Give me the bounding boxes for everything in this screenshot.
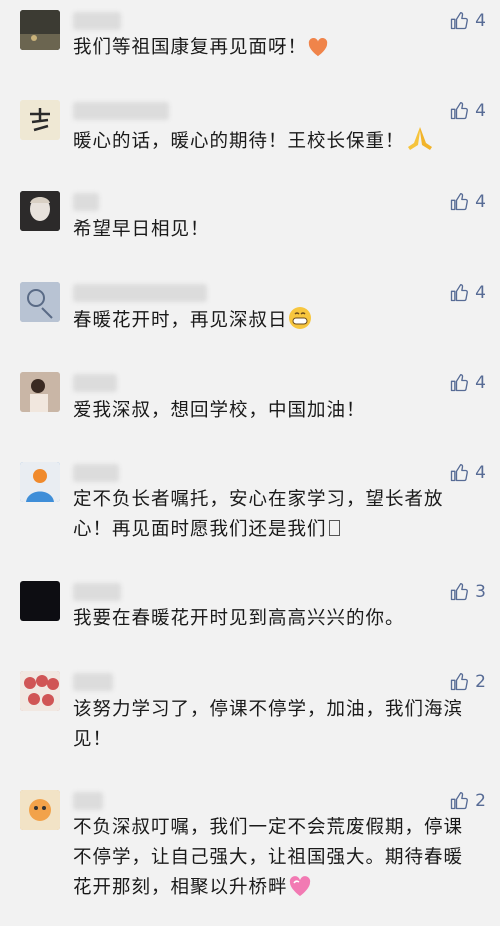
like-count: 4 (475, 373, 486, 393)
username (73, 792, 103, 810)
like-button[interactable]: 4 (449, 372, 486, 394)
like-button[interactable]: 4 (449, 282, 486, 304)
like-button[interactable]: 4 (449, 10, 486, 32)
thumbs-up-icon (451, 12, 469, 30)
like-button[interactable]: 4 (449, 462, 486, 484)
like-count: 2 (475, 672, 486, 692)
thumbs-up-icon (451, 374, 469, 392)
avatar[interactable] (20, 100, 60, 140)
like-button[interactable]: 4 (449, 191, 486, 213)
like-button[interactable]: 2 (449, 790, 486, 812)
thumbs-up-icon (451, 464, 469, 482)
comment-text: 春暖花开时，再见深叔日 (73, 306, 473, 340)
comment-text: 定不负长者嘱托，安心在家学习，望长者放心！再见面时愿我们还是我们 (73, 489, 444, 540)
like-count: 4 (475, 101, 486, 121)
like-button[interactable]: 2 (449, 671, 486, 693)
username (73, 464, 119, 482)
avatar[interactable] (20, 790, 60, 830)
like-button[interactable]: 3 (449, 581, 486, 603)
thumbs-up-icon (451, 284, 469, 302)
username (73, 583, 121, 601)
avatar[interactable] (20, 462, 60, 502)
box-char-icon (328, 520, 340, 536)
comment-text: 该努力学习了，停课不停学，加油，我们海滨见！ (73, 699, 464, 750)
thumbs-up-icon (451, 673, 469, 691)
thumbs-up-icon (451, 102, 469, 120)
username (73, 193, 99, 211)
like-count: 4 (475, 192, 486, 212)
like-button[interactable]: 4 (449, 100, 486, 122)
like-count: 4 (475, 283, 486, 303)
comment-text: 暖心的话，暖心的期待！王校长保重！ (73, 125, 473, 161)
thumbs-up-icon (451, 193, 469, 211)
comment-text: 爱我深叔，想回学校，中国加油！ (73, 400, 366, 421)
thumbs-up-icon (451, 792, 469, 810)
thumbs-up-icon (451, 583, 469, 601)
like-count: 4 (475, 11, 486, 31)
avatar[interactable] (20, 581, 60, 621)
grin-emoji (288, 306, 312, 340)
username (73, 284, 207, 302)
heart-emoji (307, 37, 329, 67)
like-count: 3 (475, 582, 486, 602)
username (73, 374, 117, 392)
avatar[interactable] (20, 10, 60, 50)
username (73, 673, 113, 691)
comment-feed: 4 我们等祖国康复再见面呀！ 4 暖心的话，暖心的期待！王校长保重！ 4 希望早… (0, 0, 500, 926)
avatar[interactable] (20, 282, 60, 322)
pray-emoji (405, 125, 435, 161)
avatar[interactable] (20, 372, 60, 412)
like-count: 4 (475, 463, 486, 483)
comment-text: 不负深叔叮嘱，我们一定不会荒废假期，停课不停学，让自己强大，让祖国强大。期待春暖… (73, 813, 473, 907)
like-count: 2 (475, 791, 486, 811)
username (73, 102, 169, 120)
heart-pink-emoji (288, 875, 312, 907)
comment-text: 我要在春暖花开时见到高高兴兴的你。 (73, 608, 405, 629)
username (73, 12, 121, 30)
comment-text: 希望早日相见！ (73, 219, 210, 240)
avatar[interactable] (20, 191, 60, 231)
comment-text: 我们等祖国康复再见面呀！ (73, 33, 473, 67)
avatar[interactable] (20, 671, 60, 711)
